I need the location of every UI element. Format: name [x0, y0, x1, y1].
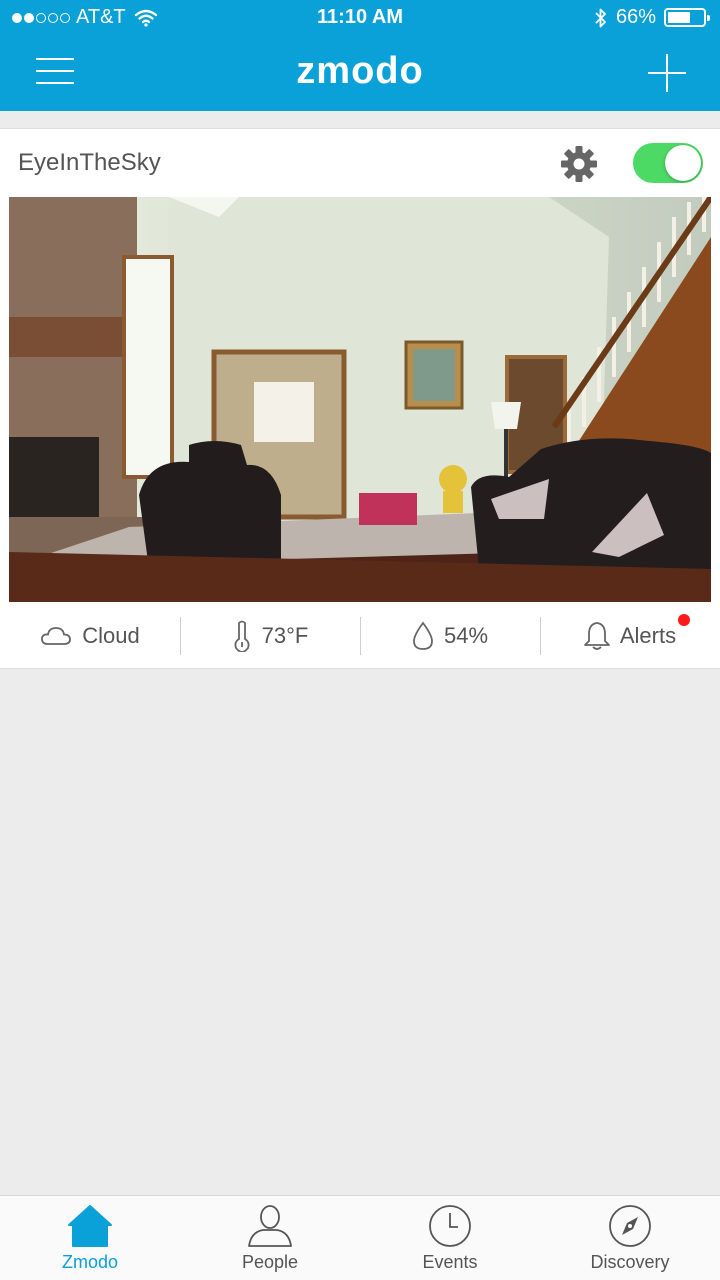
- nav-bar: zmodo: [0, 36, 720, 111]
- tab-bar: Zmodo People Events Discovery: [0, 1195, 720, 1280]
- alerts-label: Alerts: [619, 623, 677, 648]
- tab-zmodo[interactable]: Zmodo: [0, 1196, 180, 1280]
- droplet-icon: [413, 621, 433, 650]
- tab-zmodo-label: Zmodo: [61, 1252, 119, 1272]
- status-bar: AT&T 11:10 AM 66%: [0, 0, 720, 36]
- bluetooth-icon: [595, 8, 606, 27]
- battery-percent: 66%: [615, 6, 656, 28]
- tab-discovery[interactable]: Discovery: [540, 1196, 720, 1280]
- temperature-stat[interactable]: 73°F: [180, 602, 360, 670]
- camera-card: EyeInTheSky Cloud 73°F 54% Alerts: [0, 128, 720, 669]
- camera-name[interactable]: EyeInTheSky: [18, 149, 161, 177]
- camera-feed-image: [9, 197, 711, 602]
- brand-logo: zmodo: [296, 50, 424, 92]
- camera-feed[interactable]: [9, 197, 711, 602]
- toggle-knob: [665, 145, 701, 181]
- humidity-value: 54%: [443, 623, 489, 648]
- status-right: 66%: [594, 6, 710, 29]
- clock-icon: [429, 1205, 471, 1247]
- alerts-stat[interactable]: Alerts: [540, 602, 720, 670]
- top-bar: AT&T 11:10 AM 66% zmodo: [0, 0, 720, 111]
- tab-events[interactable]: Events: [360, 1196, 540, 1280]
- temperature-value: 73°F: [261, 623, 309, 648]
- gear-icon[interactable]: [560, 145, 598, 183]
- person-icon: [248, 1205, 292, 1247]
- cloud-stat[interactable]: Cloud: [0, 602, 180, 670]
- alert-badge: [678, 614, 690, 626]
- battery-icon: [664, 8, 710, 27]
- camera-power-toggle[interactable]: [633, 143, 703, 183]
- cloud-label: Cloud: [82, 623, 140, 648]
- compass-icon: [609, 1205, 651, 1247]
- bell-icon: [583, 622, 610, 650]
- camera-stats: Cloud 73°F 54% Alerts: [0, 602, 720, 670]
- tab-people-label: People: [241, 1252, 299, 1272]
- battery-fill: [668, 12, 690, 23]
- thermometer-icon: [234, 620, 250, 652]
- tab-people[interactable]: People: [180, 1196, 360, 1280]
- tab-discovery-label: Discovery: [590, 1252, 670, 1272]
- plus-icon[interactable]: [648, 54, 686, 92]
- tab-events-label: Events: [422, 1252, 478, 1272]
- cloud-icon: [41, 627, 72, 645]
- humidity-stat[interactable]: 54%: [360, 602, 540, 670]
- home-icon: [68, 1205, 112, 1247]
